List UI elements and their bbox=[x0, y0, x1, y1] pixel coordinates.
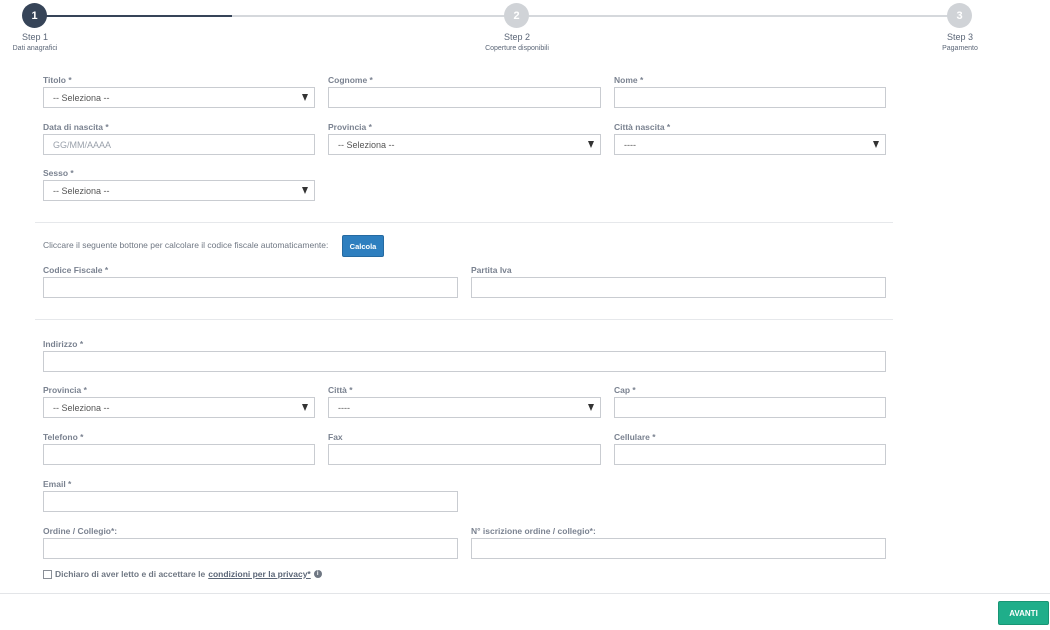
telefono-input[interactable] bbox=[43, 444, 315, 465]
email-input[interactable] bbox=[43, 491, 458, 512]
progress-track-complete bbox=[35, 15, 232, 17]
indirizzo-label: Indirizzo * bbox=[43, 339, 84, 349]
telefono-label: Telefono * bbox=[43, 432, 84, 442]
citta-nascita-label: Città nascita * bbox=[614, 122, 671, 132]
progress-track-remaining bbox=[232, 15, 960, 17]
sesso-value: -- Seleziona -- bbox=[53, 185, 110, 196]
chevron-down-icon bbox=[588, 141, 594, 148]
step-1-circle[interactable]: 1 bbox=[22, 3, 47, 28]
privacy-consent: Dichiaro di aver letto e di accettare le… bbox=[43, 569, 322, 579]
partita-iva-label: Partita Iva bbox=[471, 265, 512, 275]
partita-iva-input[interactable] bbox=[471, 277, 886, 298]
iscrizione-label: N° iscrizione ordine / collegio*: bbox=[471, 526, 596, 536]
provincia-nascita-value: -- Seleziona -- bbox=[338, 139, 395, 150]
section-divider bbox=[35, 222, 893, 223]
provincia-select[interactable]: -- Seleziona -- bbox=[43, 397, 315, 418]
codice-fiscale-label: Codice Fiscale * bbox=[43, 265, 109, 275]
step-3-circle[interactable]: 3 bbox=[947, 3, 972, 28]
chevron-down-icon bbox=[302, 404, 308, 411]
cap-label: Cap * bbox=[614, 385, 636, 395]
data-nascita-label: Data di nascita * bbox=[43, 122, 109, 132]
section-divider bbox=[35, 319, 893, 320]
nome-label: Nome * bbox=[614, 75, 644, 85]
avanti-button[interactable]: AVANTI bbox=[998, 601, 1049, 625]
data-nascita-input[interactable]: GG/MM/AAAA bbox=[43, 134, 315, 155]
calcola-hint: Cliccare il seguente bottone per calcola… bbox=[43, 240, 329, 250]
chevron-down-icon bbox=[302, 94, 308, 101]
sesso-label: Sesso * bbox=[43, 168, 74, 178]
step-3-title: Step 3 bbox=[946, 32, 974, 42]
citta-nascita-value: ---- bbox=[624, 139, 636, 150]
step-1-subtitle: Dati anagrafici bbox=[12, 45, 58, 52]
cognome-label: Cognome * bbox=[328, 75, 373, 85]
nome-input[interactable] bbox=[614, 87, 886, 108]
chevron-down-icon bbox=[302, 187, 308, 194]
ordine-label: Ordine / Collegio*: bbox=[43, 526, 118, 536]
step-1-title: Step 1 bbox=[21, 32, 49, 42]
titolo-value: -- Seleziona -- bbox=[53, 92, 110, 103]
step-2-subtitle: Coperture disponibili bbox=[485, 45, 549, 52]
provincia-nascita-select[interactable]: -- Seleziona -- bbox=[328, 134, 601, 155]
fax-label: Fax bbox=[328, 432, 343, 442]
chevron-down-icon bbox=[588, 404, 594, 411]
iscrizione-input[interactable] bbox=[471, 538, 886, 559]
footer-divider bbox=[0, 593, 1050, 594]
cellulare-label: Cellulare * bbox=[614, 432, 656, 442]
citta-label: Città * bbox=[328, 385, 353, 395]
fax-input[interactable] bbox=[328, 444, 601, 465]
email-label: Email * bbox=[43, 479, 72, 489]
sesso-select[interactable]: -- Seleziona -- bbox=[43, 180, 315, 201]
cap-input[interactable] bbox=[614, 397, 886, 418]
citta-nascita-select[interactable]: ---- bbox=[614, 134, 886, 155]
info-icon[interactable]: i bbox=[313, 570, 322, 578]
step-2-circle[interactable]: 2 bbox=[504, 3, 529, 28]
progress-stepper: 1 Step 1 Dati anagrafici 2 Step 2 Copert… bbox=[0, 0, 1050, 60]
cognome-input[interactable] bbox=[328, 87, 601, 108]
codice-fiscale-input[interactable] bbox=[43, 277, 458, 298]
ordine-input[interactable] bbox=[43, 538, 458, 559]
privacy-link[interactable]: condizioni per la privacy* bbox=[208, 569, 311, 579]
citta-value: ---- bbox=[338, 402, 350, 413]
provincia-label: Provincia * bbox=[43, 385, 87, 395]
provincia-value: -- Seleziona -- bbox=[53, 402, 110, 413]
privacy-checkbox[interactable] bbox=[43, 569, 52, 579]
indirizzo-input[interactable] bbox=[43, 351, 886, 372]
provincia-nascita-label: Provincia * bbox=[328, 122, 372, 132]
privacy-text: Dichiaro di aver letto e di accettare le bbox=[55, 569, 206, 579]
cellulare-input[interactable] bbox=[614, 444, 886, 465]
titolo-label: Titolo * bbox=[43, 75, 72, 85]
step-2-title: Step 2 bbox=[503, 32, 531, 42]
chevron-down-icon bbox=[873, 141, 879, 148]
step-3-subtitle: Pagamento bbox=[942, 45, 978, 52]
titolo-select[interactable]: -- Seleziona -- bbox=[43, 87, 315, 108]
citta-select[interactable]: ---- bbox=[328, 397, 601, 418]
calcola-button[interactable]: Calcola bbox=[342, 235, 384, 257]
